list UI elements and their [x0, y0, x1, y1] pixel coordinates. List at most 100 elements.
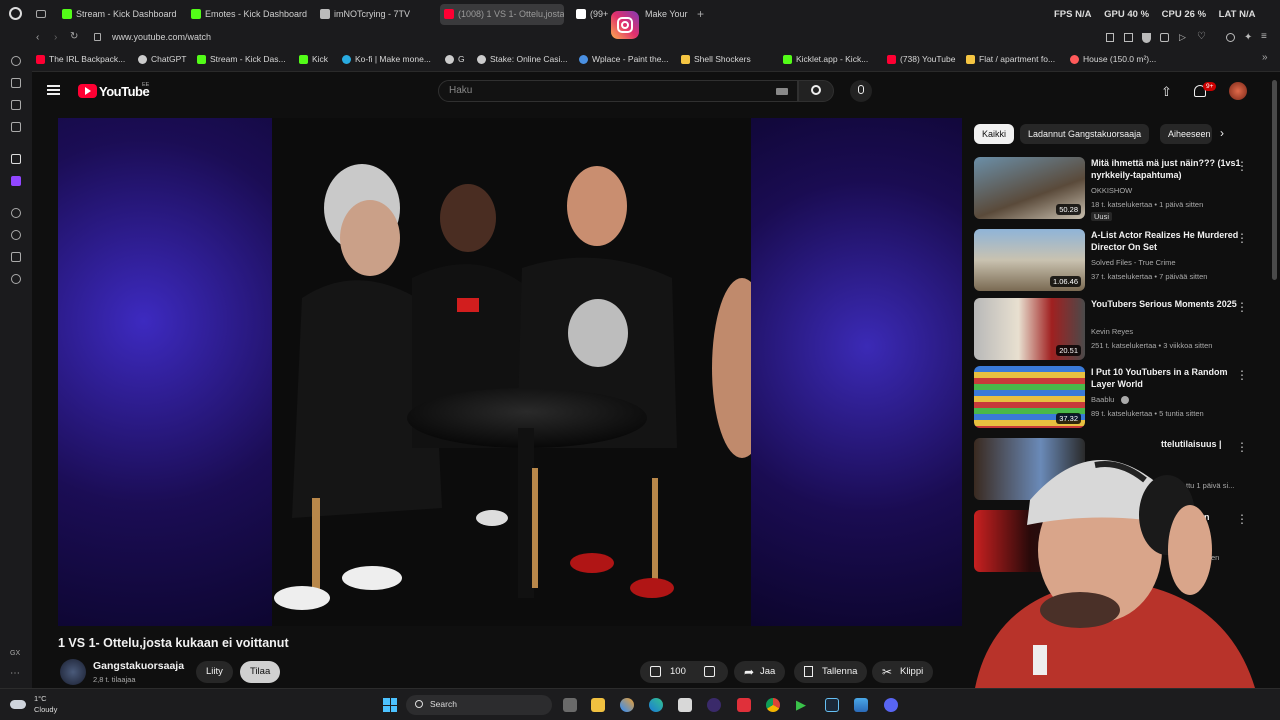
dislike-button[interactable] — [704, 666, 715, 677]
menu-icon[interactable]: ≡ — [1261, 31, 1267, 42]
recommendation-title[interactable]: Mitä ihmettä mä just näin??? (1vs1 nyrkk… — [1091, 157, 1241, 181]
steam-icon[interactable] — [825, 698, 839, 712]
heart-icon[interactable]: ♡ — [1197, 31, 1206, 42]
kick-sidebar-icon[interactable] — [11, 154, 21, 164]
windows-start-icon[interactable] — [383, 698, 397, 712]
copilot-icon[interactable] — [620, 698, 634, 712]
page-scrollbar[interactable] — [1272, 80, 1277, 280]
weather-widget[interactable]: 1°C Cloudy — [10, 693, 80, 717]
chrome-icon[interactable] — [766, 698, 780, 712]
recommendation-channel[interactable]: Baablu — [1091, 395, 1114, 404]
channel-name[interactable]: Gangstakuorsaaja — [93, 660, 184, 672]
discord-icon[interactable] — [884, 698, 898, 712]
recommendation-channel[interactable]: Kevin Reyes — [1091, 327, 1133, 336]
bookmark-irl-backpack[interactable]: The IRL Backpack... — [36, 54, 125, 64]
pinboard-icon[interactable] — [11, 100, 21, 110]
recommendation-title[interactable]: I Put 10 YouTubers in a Random Layer Wor… — [1091, 366, 1241, 390]
bookmark-kicklet[interactable]: Kicklet.app - Kick... — [783, 54, 868, 64]
media-player-icon[interactable]: ▶ — [796, 698, 810, 712]
bookmark-stake[interactable]: Stake: Online Casi... — [477, 54, 567, 64]
chip-uploaded-by[interactable]: Ladannut Gangstakuorsaaja — [1020, 124, 1150, 144]
bookmark-chatgpt[interactable]: ChatGPT — [138, 54, 186, 64]
extensions-sidebar-icon[interactable] — [11, 252, 21, 262]
new-tab-button[interactable]: + — [697, 7, 704, 21]
bookmark-flat[interactable]: Flat / apartment fo... — [966, 54, 1055, 64]
bookmark-kick-dashboard[interactable]: Stream - Kick Das... — [197, 54, 286, 64]
bookmark-icon[interactable] — [1106, 33, 1114, 42]
recommendation-title[interactable]: A-List Actor Realizes He Murdered Direct… — [1091, 229, 1241, 253]
profile-icon[interactable] — [1226, 33, 1235, 42]
workspaces-icon[interactable] — [11, 78, 21, 88]
tab-kick-dashboard[interactable]: Stream - Kick Dashboard — [58, 4, 180, 25]
list-item[interactable]: 37.32 I Put 10 YouTubers in a Random Lay… — [974, 366, 1264, 430]
chevron-right-icon[interactable]: › — [1220, 126, 1224, 140]
more-options-icon[interactable]: ⋮ — [1236, 300, 1248, 314]
recommendation-channel[interactable]: OKKISHOW — [1091, 186, 1132, 195]
forward-icon[interactable]: › — [54, 32, 57, 43]
taskbar-search[interactable]: Search — [406, 695, 552, 715]
video-thumbnail[interactable]: 50.28 — [974, 157, 1085, 219]
settings-icon[interactable] — [11, 274, 21, 284]
history-icon[interactable] — [11, 230, 21, 240]
list-item[interactable]: 50.28 Mitä ihmettä mä just näin??? (1vs1… — [974, 157, 1264, 221]
bookmark-wplace[interactable]: Wplace - Paint the... — [579, 54, 669, 64]
video-thumbnail[interactable]: 20.51 — [974, 298, 1085, 360]
screenshot-icon[interactable] — [1124, 33, 1133, 42]
more-options-icon[interactable]: ⋮ — [1236, 159, 1248, 173]
twitch-icon[interactable] — [11, 176, 21, 186]
tab-youtube-active[interactable]: (1008) 1 VS 1- Ottelu,josta — [440, 4, 564, 25]
recommendation-title[interactable]: YouTubers Serious Moments 2025 — [1091, 298, 1241, 310]
chip-related[interactable]: Aiheeseen — [1160, 124, 1212, 144]
tab-7tv[interactable]: imNOTcrying - 7TV — [316, 4, 434, 25]
avatar[interactable] — [1229, 82, 1247, 100]
more-options-icon[interactable]: ⋮ — [1236, 368, 1248, 382]
bookmark-kofi[interactable]: Ko-fi | Make mone... — [342, 54, 431, 64]
tab-tiktok[interactable]: (99+ — [572, 4, 612, 25]
obs-icon[interactable] — [707, 698, 721, 712]
bookmark-house[interactable]: House (150.0 m²)... — [1070, 54, 1156, 64]
clip-button[interactable]: ✂ Klippi — [872, 661, 934, 683]
search-input[interactable]: Haku — [438, 80, 798, 102]
subscribe-button[interactable]: Tilaa — [240, 661, 281, 683]
opera-logo-icon[interactable] — [9, 7, 22, 20]
bookmark-g[interactable]: G — [445, 54, 465, 64]
shield-icon[interactable] — [1142, 33, 1151, 43]
share-button[interactable]: ➦ Jaa — [734, 661, 786, 683]
messenger-icon[interactable] — [11, 122, 21, 132]
hamburger-menu-icon[interactable] — [47, 85, 60, 95]
list-item[interactable]: 1.06.46 A-List Actor Realizes He Murdere… — [974, 229, 1264, 293]
video-thumbnail[interactable]: 37.32 — [974, 366, 1085, 428]
bookmark-youtube[interactable]: (738) YouTube — [887, 54, 955, 64]
tab-menu-icon[interactable] — [36, 10, 46, 18]
aria-icon[interactable] — [11, 56, 21, 66]
back-icon[interactable]: ‹ — [36, 32, 39, 43]
upload-button[interactable]: ⇧ — [1161, 84, 1172, 100]
search-button[interactable] — [798, 80, 834, 102]
like-button[interactable]: 100 — [648, 661, 698, 683]
list-item[interactable]: 20.51 YouTubers Serious Moments 2025 Kev… — [974, 298, 1264, 362]
tab-kick-emotes[interactable]: Emotes - Kick Dashboard — [187, 4, 311, 25]
url-field[interactable]: www.youtube.com/watch — [112, 32, 211, 42]
voice-search-button[interactable] — [850, 80, 872, 102]
file-explorer-icon[interactable] — [591, 698, 605, 712]
video-player[interactable] — [58, 118, 962, 626]
more-icon[interactable]: ⋯ — [10, 668, 20, 679]
bookmark-kick[interactable]: Kick — [299, 54, 328, 64]
bookmarks-more-icon[interactable]: » — [1262, 52, 1268, 63]
play-icon[interactable]: ▷ — [1179, 32, 1186, 43]
more-options-icon[interactable]: ⋮ — [1236, 231, 1248, 245]
photos-icon[interactable] — [854, 698, 868, 712]
opera-gx-icon[interactable] — [737, 698, 751, 712]
chip-all[interactable]: Kaikki — [974, 124, 1015, 144]
reload-icon[interactable]: ↻ — [70, 31, 78, 42]
player-icon[interactable] — [11, 208, 21, 218]
wallet-icon[interactable] — [1160, 33, 1169, 42]
edge-icon[interactable] — [649, 698, 663, 712]
instagram-icon[interactable] — [611, 11, 639, 39]
recommendation-channel[interactable]: Solved Files - True Crime — [1091, 258, 1176, 267]
bookmark-shell-shockers[interactable]: Shell Shockers — [681, 54, 751, 64]
store-icon[interactable] — [678, 698, 692, 712]
join-button[interactable]: Liity — [196, 661, 233, 683]
channel-avatar[interactable] — [60, 659, 86, 685]
save-button[interactable]: Tallenna — [794, 661, 868, 683]
